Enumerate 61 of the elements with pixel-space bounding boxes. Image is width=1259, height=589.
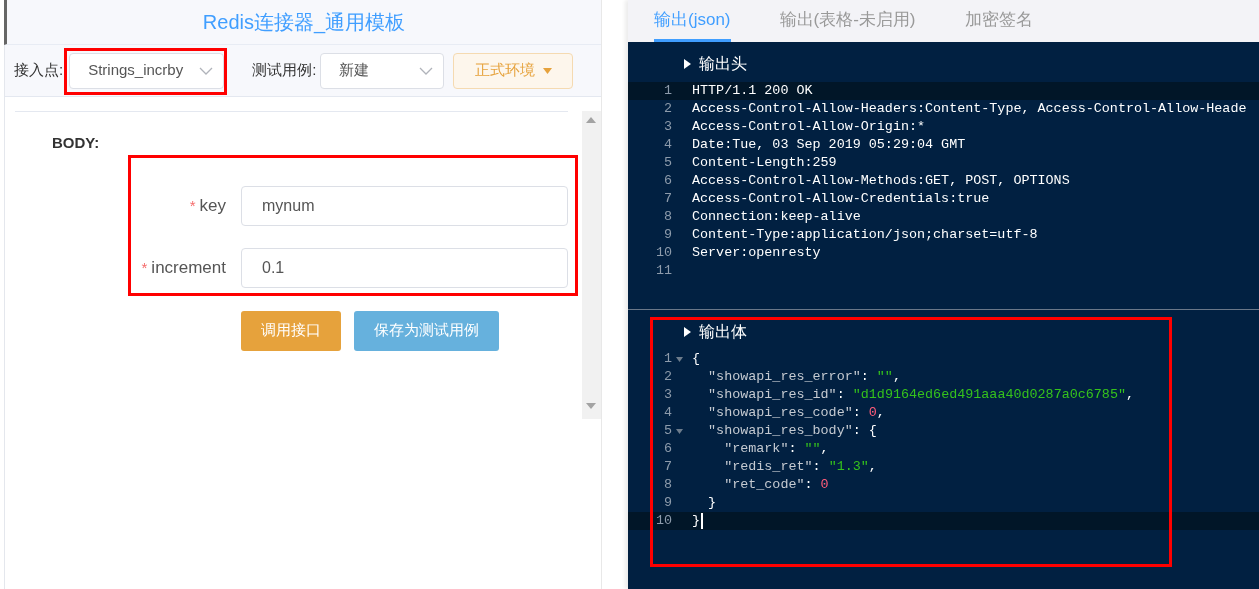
line-number: 4	[662, 403, 672, 422]
code-line: "showapi_res_body": {	[707, 421, 877, 440]
line-number: 7	[662, 457, 672, 476]
section-title[interactable]: 输出体	[699, 320, 747, 344]
select-field[interactable]: Strings_incrby	[69, 52, 225, 89]
code-line: "remark": "",	[723, 439, 829, 458]
code-line: HTTP/1.1 200 OK	[692, 81, 813, 100]
line-number: 8	[662, 207, 672, 226]
field-label: * increment	[140, 256, 226, 279]
code-line: Connection:keep-alive	[692, 207, 861, 226]
field-label: 接入点:	[14, 60, 64, 81]
code-line: Date:Tue, 03 Sep 2019 05:29:04 GMT	[692, 135, 966, 154]
line-number: 6	[662, 439, 672, 458]
line-number: 3	[662, 385, 672, 404]
line-number: 10	[654, 243, 672, 262]
line-number: 3	[662, 117, 672, 136]
line-number: 1	[662, 349, 672, 368]
field-label: * key	[188, 194, 226, 217]
code-line: "ret_code": 0	[723, 475, 829, 494]
code-line: }	[707, 493, 717, 512]
code-line: Content-Length:259	[692, 153, 837, 172]
line-number: 7	[662, 189, 672, 208]
input-field[interactable]: mynum	[241, 185, 568, 226]
code-line: Server:openresty	[692, 243, 821, 262]
section-title[interactable]: 输出头	[699, 52, 747, 76]
code-line: Access-Control-Allow-Credentials:true	[692, 189, 990, 208]
line-number: 5	[662, 153, 672, 172]
line-number: 4	[662, 135, 672, 154]
select-field[interactable]: 新建	[320, 52, 445, 89]
line-number: 1	[662, 81, 672, 100]
code-line: "showapi_res_error": "",	[707, 367, 901, 386]
code-line: Content-Type:application/json;charset=utf-8	[692, 225, 1038, 244]
code-line: "showapi_res_code": 0,	[707, 403, 885, 422]
line-number: 9	[662, 493, 672, 512]
chevron-down-icon	[199, 66, 214, 75]
caret-down-icon	[542, 67, 552, 74]
field-label: 测试用例:	[252, 60, 317, 81]
line-number: 8	[662, 475, 672, 494]
panel-title: Redis连接器_通用模板	[202, 10, 406, 36]
triangle-right-icon	[684, 59, 691, 69]
line-number: 2	[662, 367, 672, 386]
scroll-up-icon	[586, 117, 596, 123]
code-line: {	[692, 349, 701, 368]
scrollbar[interactable]	[582, 111, 601, 419]
body-label: BODY:	[52, 133, 101, 153]
input-field[interactable]: 0.1	[241, 247, 568, 288]
chevron-down-icon	[419, 66, 434, 75]
code-line: "showapi_res_id": "d1d9164ed6ed491aaa40d0287a0c6785",	[707, 385, 1134, 404]
code-line: Access-Control-Allow-Headers:Content-Type, Access-Control-Allow-Heade	[692, 99, 1247, 118]
code-line: Access-Control-Allow-Methods:GET, POST, OPTIONS	[692, 171, 1070, 190]
code-line: }	[692, 511, 701, 530]
triangle-right-icon	[684, 327, 691, 337]
line-number: 6	[662, 171, 672, 190]
line-number: 10	[654, 511, 672, 530]
line-number: 11	[654, 261, 672, 280]
scroll-down-icon	[586, 403, 596, 409]
code-line: Access-Control-Allow-Origin:*	[692, 117, 926, 136]
line-number: 2	[662, 99, 672, 118]
line-number: 9	[662, 225, 672, 244]
code-line: "redis_ret": "1.3",	[723, 457, 877, 476]
line-number: 5	[662, 421, 672, 440]
